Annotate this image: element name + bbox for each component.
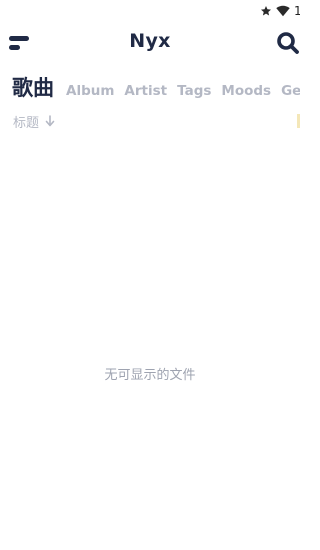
app-bar: Nyx xyxy=(0,26,300,60)
arrow-down-icon xyxy=(45,112,55,131)
status-bar: 1 xyxy=(260,0,300,22)
tab-album[interactable]: Album xyxy=(66,83,114,99)
tab-genre[interactable]: Gen xyxy=(281,83,300,99)
sort-control[interactable]: 标题 xyxy=(13,112,55,131)
empty-state-message: 无可显示的文件 xyxy=(104,368,196,383)
tab-artist[interactable]: Artist xyxy=(124,83,167,99)
app-title: Nyx xyxy=(129,30,171,52)
sort-label: 标题 xyxy=(13,116,40,131)
wifi-icon xyxy=(276,5,290,17)
screen: 1 Nyx 歌曲 Album Artist Tags Moods Ge 标题 无… xyxy=(0,0,300,550)
scroll-indicator xyxy=(297,114,300,128)
star-icon xyxy=(260,5,272,17)
search-button[interactable] xyxy=(276,31,300,55)
status-time: 1 xyxy=(294,4,300,18)
search-icon xyxy=(276,32,300,59)
tab-bar: 歌曲 Album Artist Tags Moods Gen xyxy=(12,72,300,102)
tab-songs[interactable]: 歌曲 xyxy=(12,72,54,102)
tab-moods[interactable]: Moods xyxy=(221,83,271,99)
tab-tags[interactable]: Tags xyxy=(177,83,211,99)
